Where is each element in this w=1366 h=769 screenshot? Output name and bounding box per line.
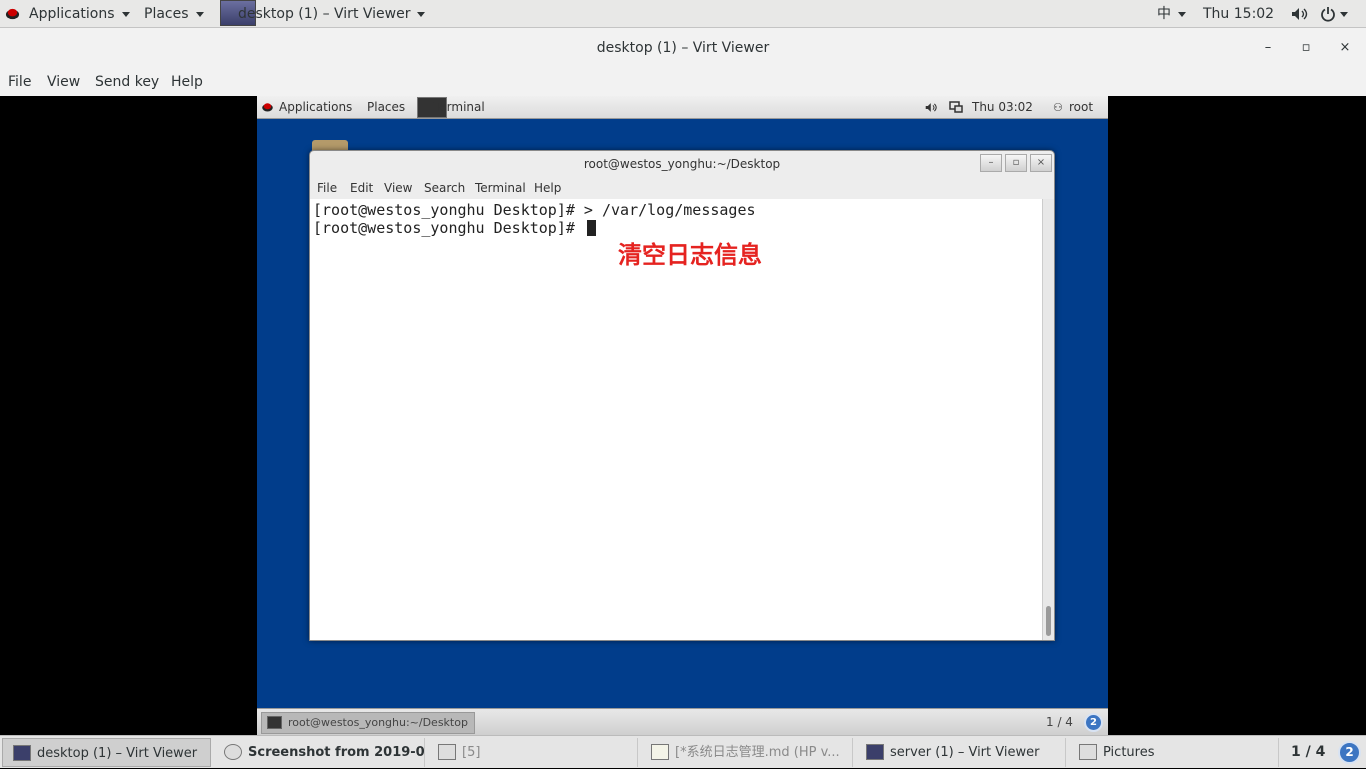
- taskbar-item-screenshot[interactable]: Screenshot from 2019-0...: [214, 738, 425, 767]
- scrollbar-thumb[interactable]: [1046, 606, 1051, 636]
- taskbar-item-label: desktop (1) – Virt Viewer: [37, 746, 198, 761]
- close-button[interactable]: ×: [1335, 30, 1355, 66]
- chevron-down-icon: [195, 11, 204, 17]
- guest-user-menu[interactable]: root: [1069, 96, 1093, 119]
- input-method-menu[interactable]: 中: [1157, 0, 1186, 28]
- network-icon[interactable]: [949, 101, 963, 114]
- redhat-icon: [5, 8, 20, 20]
- terminal-line: [root@westos_yonghu Desktop]# > /var/log…: [313, 201, 756, 219]
- applications-menu[interactable]: Applications: [29, 0, 130, 28]
- taskbar-item-label: [*系统日志管理.md (HP v...: [675, 745, 840, 760]
- taskbar-item-desktop-virt-viewer[interactable]: desktop (1) – Virt Viewer: [2, 738, 211, 767]
- taskbar-item-label: Screenshot from 2019-0...: [248, 745, 425, 760]
- host-top-bar: Applications Places desktop (1) – Virt V…: [0, 0, 1366, 28]
- minimize-button[interactable]: –: [1258, 30, 1278, 66]
- file-manager-icon: [1079, 744, 1097, 760]
- workspace-indicator[interactable]: 1 / 4: [1291, 736, 1325, 769]
- guest-places-menu[interactable]: Places: [367, 96, 405, 119]
- host-taskbar: desktop (1) – Virt Viewer Screenshot fro…: [0, 735, 1366, 768]
- menu-send-key[interactable]: Send key: [95, 68, 159, 96]
- window-menu[interactable]: desktop (1) – Virt Viewer: [238, 0, 426, 28]
- volume-icon[interactable]: [1291, 7, 1309, 21]
- taskbar-item-label: Pictures: [1103, 745, 1155, 760]
- terminal-title: root@westos_yonghu:~/Desktop: [583, 157, 781, 171]
- terminal-menu-bar: File Edit View Search Terminal Help: [310, 177, 1054, 199]
- chevron-down-icon: [121, 11, 130, 17]
- text-cursor: [586, 220, 596, 236]
- taskbar-item-label: [5]: [462, 745, 481, 760]
- terminal-window[interactable]: root@westos_yonghu:~/Desktop – ▫ × File …: [309, 150, 1055, 641]
- notification-badge[interactable]: 2: [1338, 741, 1361, 764]
- guest-taskbar-item-label: root@westos_yonghu:~/Desktop: [288, 716, 468, 729]
- terminal-menu-help[interactable]: Help: [534, 177, 561, 199]
- chevron-down-icon: [417, 11, 426, 17]
- terminal-close-button[interactable]: ×: [1030, 154, 1052, 172]
- guest-workspace-indicator[interactable]: 1 / 4: [1046, 709, 1073, 735]
- guest-terminal-tab[interactable]: Terminal: [434, 96, 485, 119]
- window-icon: [438, 744, 456, 760]
- annotation-text: 清空日志信息: [618, 241, 762, 269]
- user-icon: ⚇: [1053, 101, 1063, 114]
- places-label: Places: [144, 6, 189, 22]
- guest-taskbar: root@westos_yonghu:~/Desktop 1 / 4 2: [257, 708, 1108, 735]
- menu-help[interactable]: Help: [171, 68, 203, 96]
- vm-display[interactable]: Applications Places Terminal Thu 03:02 ⚇…: [257, 96, 1108, 735]
- monitor-icon: [13, 745, 31, 761]
- terminal-menu-file[interactable]: File: [317, 177, 337, 199]
- guest-clock[interactable]: Thu 03:02: [972, 96, 1033, 119]
- input-method-label: 中: [1157, 6, 1171, 22]
- image-viewer-icon: [224, 744, 242, 760]
- terminal-menu-terminal[interactable]: Terminal: [475, 177, 526, 199]
- applications-label: Applications: [29, 6, 115, 22]
- maximize-button[interactable]: ▫: [1296, 30, 1316, 66]
- text-editor-icon: [651, 744, 669, 760]
- menu-file[interactable]: File: [8, 68, 31, 96]
- terminal-menu-edit[interactable]: Edit: [350, 177, 373, 199]
- menu-bar: File View Send key Help: [0, 68, 1366, 96]
- power-icon[interactable]: [1320, 6, 1336, 22]
- guest-applications-menu[interactable]: Applications: [279, 96, 352, 119]
- terminal-maximize-button[interactable]: ▫: [1005, 154, 1027, 172]
- notification-badge[interactable]: 2: [1084, 713, 1103, 732]
- terminal-minimize-button[interactable]: –: [980, 154, 1002, 172]
- terminal-menu-search[interactable]: Search: [424, 177, 465, 199]
- volume-icon[interactable]: [925, 102, 938, 113]
- taskbar-item-pictures[interactable]: Pictures: [1069, 738, 1279, 767]
- guest-taskbar-item-terminal[interactable]: root@westos_yonghu:~/Desktop: [261, 712, 475, 734]
- taskbar-item-server-virt-viewer[interactable]: server (1) – Virt Viewer: [856, 738, 1066, 767]
- monitor-icon: [866, 744, 884, 760]
- terminal-menu-view[interactable]: View: [384, 177, 412, 199]
- chevron-down-icon: [1178, 11, 1186, 17]
- terminal-icon: [267, 716, 282, 729]
- clock[interactable]: Thu 15:02: [1203, 0, 1274, 28]
- places-menu[interactable]: Places: [144, 0, 204, 28]
- menu-view[interactable]: View: [47, 68, 80, 96]
- window-menu-label: desktop (1) – Virt Viewer: [238, 6, 411, 22]
- terminal-prompt: [root@westos_yonghu Desktop]#: [313, 219, 584, 237]
- guest-top-panel: Applications Places Terminal Thu 03:02 ⚇…: [257, 96, 1108, 119]
- taskbar-item-label: server (1) – Virt Viewer: [890, 745, 1040, 760]
- window-title-bar: desktop (1) – Virt Viewer: [0, 28, 1366, 68]
- taskbar-item-markdown-editor[interactable]: [*系统日志管理.md (HP v...: [641, 738, 853, 767]
- taskbar-item-5[interactable]: [5]: [428, 738, 638, 767]
- terminal-scrollbar[interactable]: [1042, 199, 1054, 640]
- window-title: desktop (1) – Virt Viewer: [596, 40, 770, 56]
- chevron-down-icon[interactable]: [1340, 12, 1348, 17]
- redhat-icon: [262, 103, 273, 112]
